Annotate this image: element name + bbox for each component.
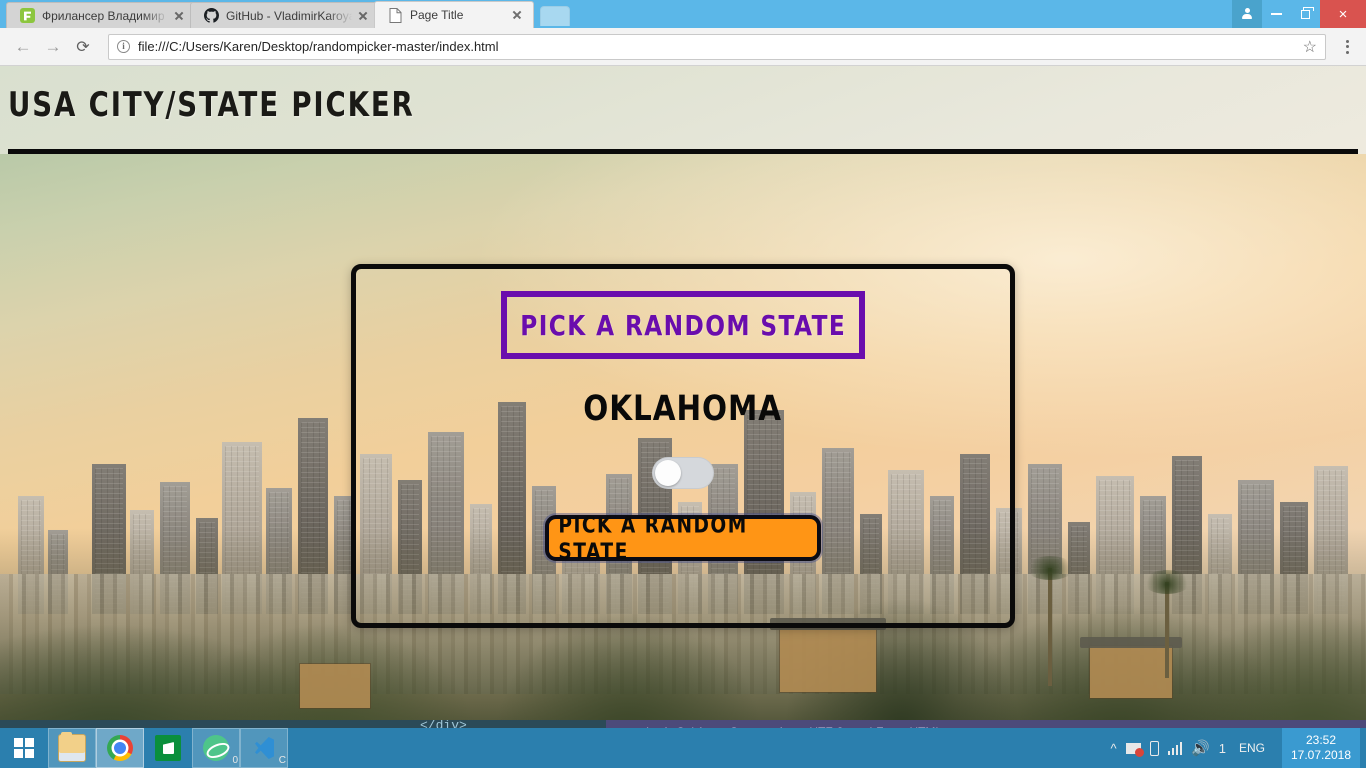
- close-icon[interactable]: ×: [1320, 0, 1366, 28]
- new-tab-button[interactable]: [540, 6, 570, 26]
- pick-random-state-button[interactable]: PICK A RANDOM STATE: [545, 512, 821, 564]
- start-button[interactable]: [0, 728, 48, 768]
- tab-close-icon[interactable]: [509, 7, 525, 23]
- language-indicator[interactable]: ENG: [1235, 741, 1269, 755]
- site-header: USA CITY/STATE PICKER: [0, 66, 1366, 154]
- volume-icon[interactable]: 🔊: [1191, 739, 1210, 757]
- taskbar-item-atom-editor[interactable]: 0: [192, 728, 240, 768]
- battery-icon[interactable]: [1149, 740, 1159, 756]
- vscode-badge: C: [278, 755, 286, 766]
- taskbar-item-visual-studio-code[interactable]: C: [240, 728, 288, 768]
- maximize-icon[interactable]: [1291, 0, 1320, 28]
- overflow-menu-icon[interactable]: [1336, 39, 1358, 54]
- signal-bars-icon[interactable]: [1167, 741, 1183, 755]
- taskbar-item-microsoft-store[interactable]: [144, 728, 192, 768]
- mode-toggle-switch[interactable]: [652, 457, 714, 489]
- windows-taskbar: 0 C ^ 🔊 1 ENG 23:52 17.07.2018: [0, 728, 1366, 768]
- atom-icon: [203, 735, 229, 761]
- store-icon: [155, 735, 181, 761]
- address-bar[interactable]: i file:///C:/Users/Karen/Desktop/randomp…: [108, 33, 1326, 60]
- back-icon[interactable]: ←: [8, 32, 38, 62]
- browser-tab-github[interactable]: GitHub - VladimirKaroyan: [190, 2, 380, 28]
- github-favicon-icon: [203, 8, 219, 24]
- picked-state-result: OKLAHOMA: [583, 388, 783, 430]
- page-viewport: USA CITY/STATE PICKER PICK A RANDOM STAT…: [0, 66, 1366, 738]
- toggle-knob: [655, 460, 681, 486]
- tab-strip: Фрилансер Владимир Ка GitHub - VladimirK…: [0, 0, 1366, 28]
- tab-close-icon[interactable]: [355, 8, 371, 24]
- tab-close-icon[interactable]: [171, 8, 187, 24]
- picker-card: PICK A RANDOM STATE OKLAHOMA PICK A RAND…: [351, 264, 1015, 628]
- browser-tab-page-title[interactable]: Page Title: [374, 1, 534, 28]
- bookmark-star-icon[interactable]: ☆: [1297, 37, 1317, 57]
- page-title: USA CITY/STATE PICKER: [8, 85, 415, 126]
- clock-date: 17.07.2018: [1290, 748, 1352, 762]
- headline-text: PICK A RANDOM STATE: [520, 309, 846, 341]
- reload-icon[interactable]: ⟳: [68, 32, 98, 62]
- show-hidden-icons-icon[interactable]: ^: [1110, 741, 1116, 756]
- clock-time: 23:52: [1305, 733, 1337, 747]
- window-controls: ×: [1232, 0, 1366, 28]
- page-info-icon[interactable]: i: [117, 40, 130, 53]
- hillside-house: [300, 664, 370, 708]
- headline-box: PICK A RANDOM STATE: [501, 291, 865, 359]
- chrome-browser-window: Фрилансер Владимир Ка GitHub - VladimirK…: [0, 0, 1366, 738]
- minimize-icon[interactable]: [1262, 0, 1291, 28]
- palm-tree: [1026, 556, 1074, 686]
- taskbar-item-file-explorer[interactable]: [48, 728, 96, 768]
- chrome-icon: [107, 735, 133, 761]
- browser-toolbar: ← → ⟳ i file:///C:/Users/Karen/Desktop/r…: [0, 28, 1366, 66]
- tab-title: Page Title: [410, 8, 464, 22]
- palm-tree: [1143, 570, 1191, 678]
- network-flag-icon[interactable]: [1125, 742, 1144, 757]
- windows-logo-icon: [14, 738, 34, 758]
- address-bar-url: file:///C:/Users/Karen/Desktop/randompic…: [138, 39, 499, 54]
- folder-icon: [59, 732, 85, 761]
- freelance-favicon-icon: [19, 8, 35, 24]
- notifications-count[interactable]: 1: [1219, 741, 1226, 756]
- atom-badge: 0: [232, 755, 238, 766]
- pick-button-label: PICK A RANDOM STATE: [558, 511, 748, 565]
- clock[interactable]: 23:52 17.07.2018: [1282, 728, 1360, 768]
- profile-icon[interactable]: [1232, 0, 1262, 28]
- hillside-house: [1090, 646, 1172, 698]
- tab-title: GitHub - VladimirKaroyan: [226, 8, 355, 23]
- forward-icon[interactable]: →: [38, 32, 68, 62]
- vscode-icon: [251, 735, 277, 761]
- taskbar-item-google-chrome[interactable]: [96, 728, 144, 768]
- system-tray: ^ 🔊 1 ENG 23:52 17.07.2018: [1110, 728, 1366, 768]
- document-favicon-icon: [387, 7, 403, 23]
- tab-title: Фрилансер Владимир Ка: [42, 8, 171, 23]
- browser-tab-freelance[interactable]: Фрилансер Владимир Ка: [6, 2, 196, 28]
- hillside-house: [780, 628, 876, 692]
